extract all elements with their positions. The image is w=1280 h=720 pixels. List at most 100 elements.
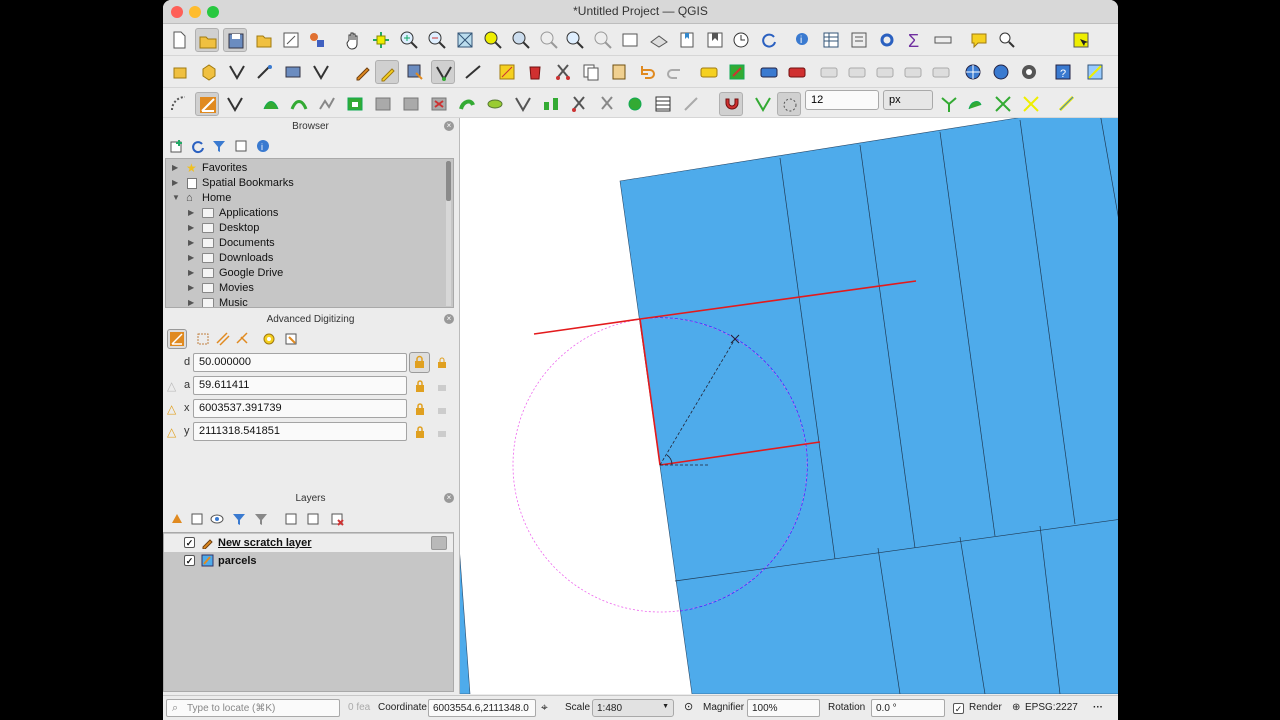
- pan-to-selection-icon[interactable]: [369, 28, 393, 52]
- copy-features-icon[interactable]: [579, 60, 603, 84]
- browser-item-desktop[interactable]: ▶ Desktop: [166, 221, 446, 236]
- locator-search-input[interactable]: ⌕ Type to locate (⌘K): [166, 699, 340, 717]
- browser-item-documents[interactable]: ▶ Documents: [166, 236, 446, 251]
- distance-lock-icon[interactable]: [409, 352, 430, 373]
- angle-lock-icon[interactable]: [412, 378, 428, 394]
- open-layer-styling-icon[interactable]: [169, 511, 185, 527]
- browser-item-downloads[interactable]: ▶ Downloads: [166, 251, 446, 266]
- enable-advanced-digitizing-icon[interactable]: [167, 329, 187, 349]
- layer-item-parcels[interactable]: ✓ parcels: [164, 552, 453, 570]
- statistical-summary-icon[interactable]: Σ: [903, 28, 927, 52]
- select-features-icon[interactable]: [1069, 28, 1093, 52]
- new-geopackage-layer-icon[interactable]: [197, 60, 221, 84]
- zoom-last-icon[interactable]: [563, 28, 587, 52]
- browser-item-movies[interactable]: ▶ Movies: [166, 281, 446, 296]
- shape-digitize-icon[interactable]: [223, 92, 247, 116]
- rotation-input[interactable]: 0.0 °: [871, 699, 945, 717]
- angle-input[interactable]: 59.611411: [193, 376, 407, 395]
- split-features-icon[interactable]: [511, 92, 535, 116]
- lock-scale-icon[interactable]: ⊙: [684, 700, 693, 713]
- render-checkbox[interactable]: ✓: [953, 703, 964, 714]
- save-layer-edits-icon[interactable]: [403, 60, 427, 84]
- locator-search-icon[interactable]: [995, 28, 1019, 52]
- relative-x-icon[interactable]: △: [167, 402, 176, 416]
- add-wms-layer-icon[interactable]: [961, 60, 985, 84]
- rotate-point-symbols-icon[interactable]: [595, 92, 619, 116]
- manage-visibility-icon[interactable]: [209, 511, 225, 527]
- pan-map-icon[interactable]: [341, 28, 365, 52]
- self-snapping-icon[interactable]: [1019, 92, 1043, 116]
- move-label-icon[interactable]: [817, 60, 841, 84]
- offset-curve-icon[interactable]: [287, 92, 311, 116]
- toggle-editing-icon[interactable]: [375, 60, 399, 84]
- toggle-extent-icon[interactable]: ⌖: [541, 700, 548, 715]
- split-parts-icon[interactable]: [539, 92, 563, 116]
- merge-features-icon[interactable]: [483, 92, 507, 116]
- coordinate-input[interactable]: 6003554.6,2111348.0: [428, 699, 536, 717]
- new-project-button[interactable]: [167, 28, 191, 52]
- help-icon[interactable]: ?: [1051, 60, 1075, 84]
- enable-snapping-icon[interactable]: [719, 92, 743, 116]
- paste-features-icon[interactable]: [607, 60, 631, 84]
- cut-features-icon[interactable]: [551, 60, 575, 84]
- redo-icon[interactable]: [663, 60, 687, 84]
- parcel-block-main[interactable]: [619, 118, 1118, 694]
- x-coordinate-input[interactable]: 6003537.391739: [193, 399, 407, 418]
- rotate-label-icon[interactable]: [845, 60, 869, 84]
- offset-point-symbols-icon[interactable]: [623, 92, 647, 116]
- digitize-with-segment-icon[interactable]: [461, 60, 485, 84]
- add-part-icon[interactable]: [371, 92, 395, 116]
- properties-icon[interactable]: i: [255, 138, 271, 154]
- layer-visibility-checkbox[interactable]: ✓: [184, 537, 195, 548]
- angle-repeat-lock-icon[interactable]: [436, 379, 450, 393]
- label-toolbar-icon[interactable]: [697, 60, 721, 84]
- delete-part-icon[interactable]: [455, 92, 479, 116]
- open-project-button[interactable]: [195, 28, 219, 52]
- remove-layer-icon[interactable]: [329, 511, 345, 527]
- zoom-to-layer-icon[interactable]: [509, 28, 533, 52]
- show-hide-labels-icon[interactable]: [785, 60, 809, 84]
- georeferencer-icon[interactable]: [1083, 60, 1107, 84]
- browser-item-music[interactable]: ▶ Music: [166, 296, 446, 307]
- pin-labels-icon[interactable]: [725, 60, 749, 84]
- change-label-icon[interactable]: [873, 60, 897, 84]
- parcel-block-left[interactable]: [460, 490, 471, 694]
- browser-item-home[interactable]: ▼ ⌂ Home: [166, 191, 446, 206]
- browser-scrollbar[interactable]: [446, 161, 451, 306]
- expand-all-icon[interactable]: [283, 511, 299, 527]
- layer-visibility-checkbox[interactable]: ✓: [184, 555, 195, 566]
- distance-repeat-lock-icon[interactable]: [436, 356, 450, 370]
- snapping-type-icon[interactable]: [751, 92, 775, 116]
- digitize-arc-icon[interactable]: [167, 92, 191, 116]
- fill-ring-icon[interactable]: [399, 92, 423, 116]
- topological-editing-icon[interactable]: [937, 92, 961, 116]
- add-ring-icon[interactable]: [343, 92, 367, 116]
- reshape-feature-icon[interactable]: [259, 92, 283, 116]
- scale-select[interactable]: 1:480 ▼: [592, 699, 674, 717]
- merge-attributes-icon[interactable]: [567, 92, 591, 116]
- relative-y-icon[interactable]: △: [167, 425, 176, 439]
- vertex-tool-icon[interactable]: [495, 60, 519, 84]
- map-tips-icon[interactable]: [967, 28, 991, 52]
- simplify-feature-icon[interactable]: [315, 92, 339, 116]
- perpendicular-icon[interactable]: [235, 331, 251, 347]
- layers-close-button[interactable]: ×: [444, 493, 454, 503]
- refresh-icon[interactable]: [757, 28, 781, 52]
- metasearch-icon[interactable]: [1017, 60, 1041, 84]
- add-wcs-layer-icon[interactable]: [989, 60, 1013, 84]
- browser-item-applications[interactable]: ▶ Applications: [166, 206, 446, 221]
- processing-toolbox-icon[interactable]: [875, 28, 899, 52]
- settings-gear-icon[interactable]: [261, 331, 277, 347]
- zoom-native-icon[interactable]: [537, 28, 561, 52]
- x-lock-icon[interactable]: [412, 401, 428, 417]
- parallel-icon[interactable]: [215, 331, 231, 347]
- distance-input[interactable]: 50.000000: [193, 353, 407, 372]
- current-edits-icon[interactable]: [351, 60, 375, 84]
- browser-item-favorites[interactable]: ▶ ★ Favorites: [166, 161, 446, 176]
- layer-item-new-scratch-layer[interactable]: ✓ New scratch layer: [164, 534, 453, 552]
- browser-item-google-drive[interactable]: ▶ Google Drive: [166, 266, 446, 281]
- y-repeat-lock-icon[interactable]: [436, 425, 450, 439]
- zoom-out-icon[interactable]: [425, 28, 449, 52]
- new-map-view-icon[interactable]: [619, 28, 643, 52]
- measure-line-icon[interactable]: [931, 28, 955, 52]
